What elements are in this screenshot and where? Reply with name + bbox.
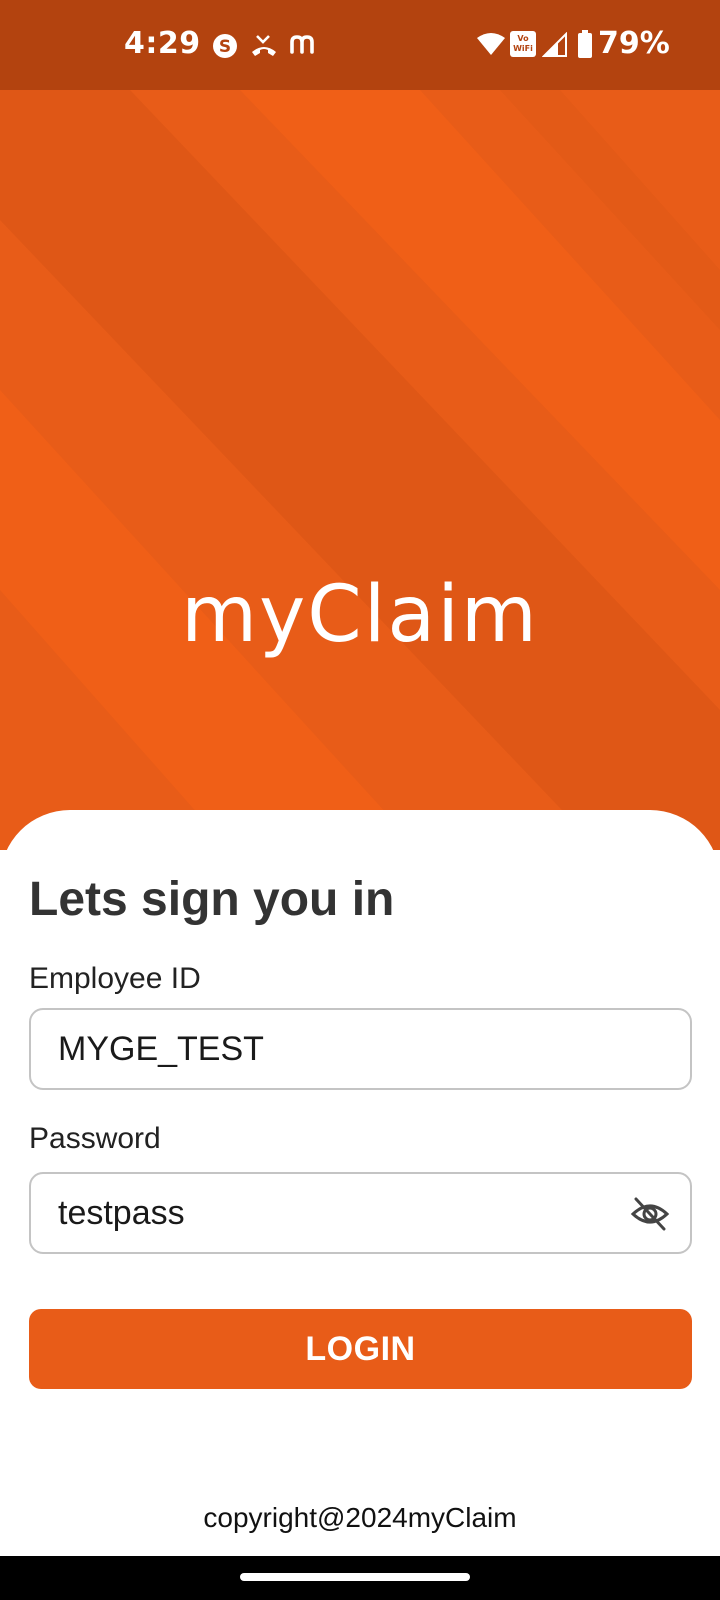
vowifi-icon: Vo WiFi <box>510 31 536 57</box>
home-indicator[interactable] <box>240 1573 470 1581</box>
wifi-icon <box>477 33 505 55</box>
navigation-bar <box>0 1556 720 1600</box>
page-title: Lets sign you in <box>29 873 395 926</box>
battery-icon <box>578 30 592 58</box>
eye-off-icon[interactable] <box>630 1194 670 1234</box>
skype-icon: S <box>213 34 237 58</box>
employee-id-field[interactable]: MYGE_TEST <box>29 1008 692 1090</box>
password-label: Password <box>29 1122 161 1155</box>
hero-background <box>0 90 720 850</box>
svg-text:S: S <box>219 37 231 57</box>
employee-id-label: Employee ID <box>29 962 201 995</box>
status-bar: 4:29 S Vo WiFi 79% <box>0 0 720 90</box>
password-field[interactable]: testpass <box>29 1172 692 1254</box>
copyright-text: copyright@2024myClaim <box>203 1502 517 1533</box>
missed-call-icon <box>252 35 276 56</box>
battery-percentage: 79% <box>598 26 670 61</box>
password-value: testpass <box>58 1194 185 1232</box>
signal-icon <box>542 32 567 57</box>
login-card: Lets sign you in Employee ID MYGE_TEST P… <box>0 810 720 1556</box>
employee-id-value: MYGE_TEST <box>58 1030 264 1068</box>
hero-banner: myClaim <box>0 90 720 850</box>
login-button[interactable]: LOGIN <box>29 1309 692 1389</box>
status-time: 4:29 <box>124 26 201 61</box>
m-icon <box>290 35 314 54</box>
login-screen: 4:29 S Vo WiFi 79% myClaim Lets sign you… <box>0 0 720 1600</box>
app-logo: myClaim <box>181 570 539 660</box>
